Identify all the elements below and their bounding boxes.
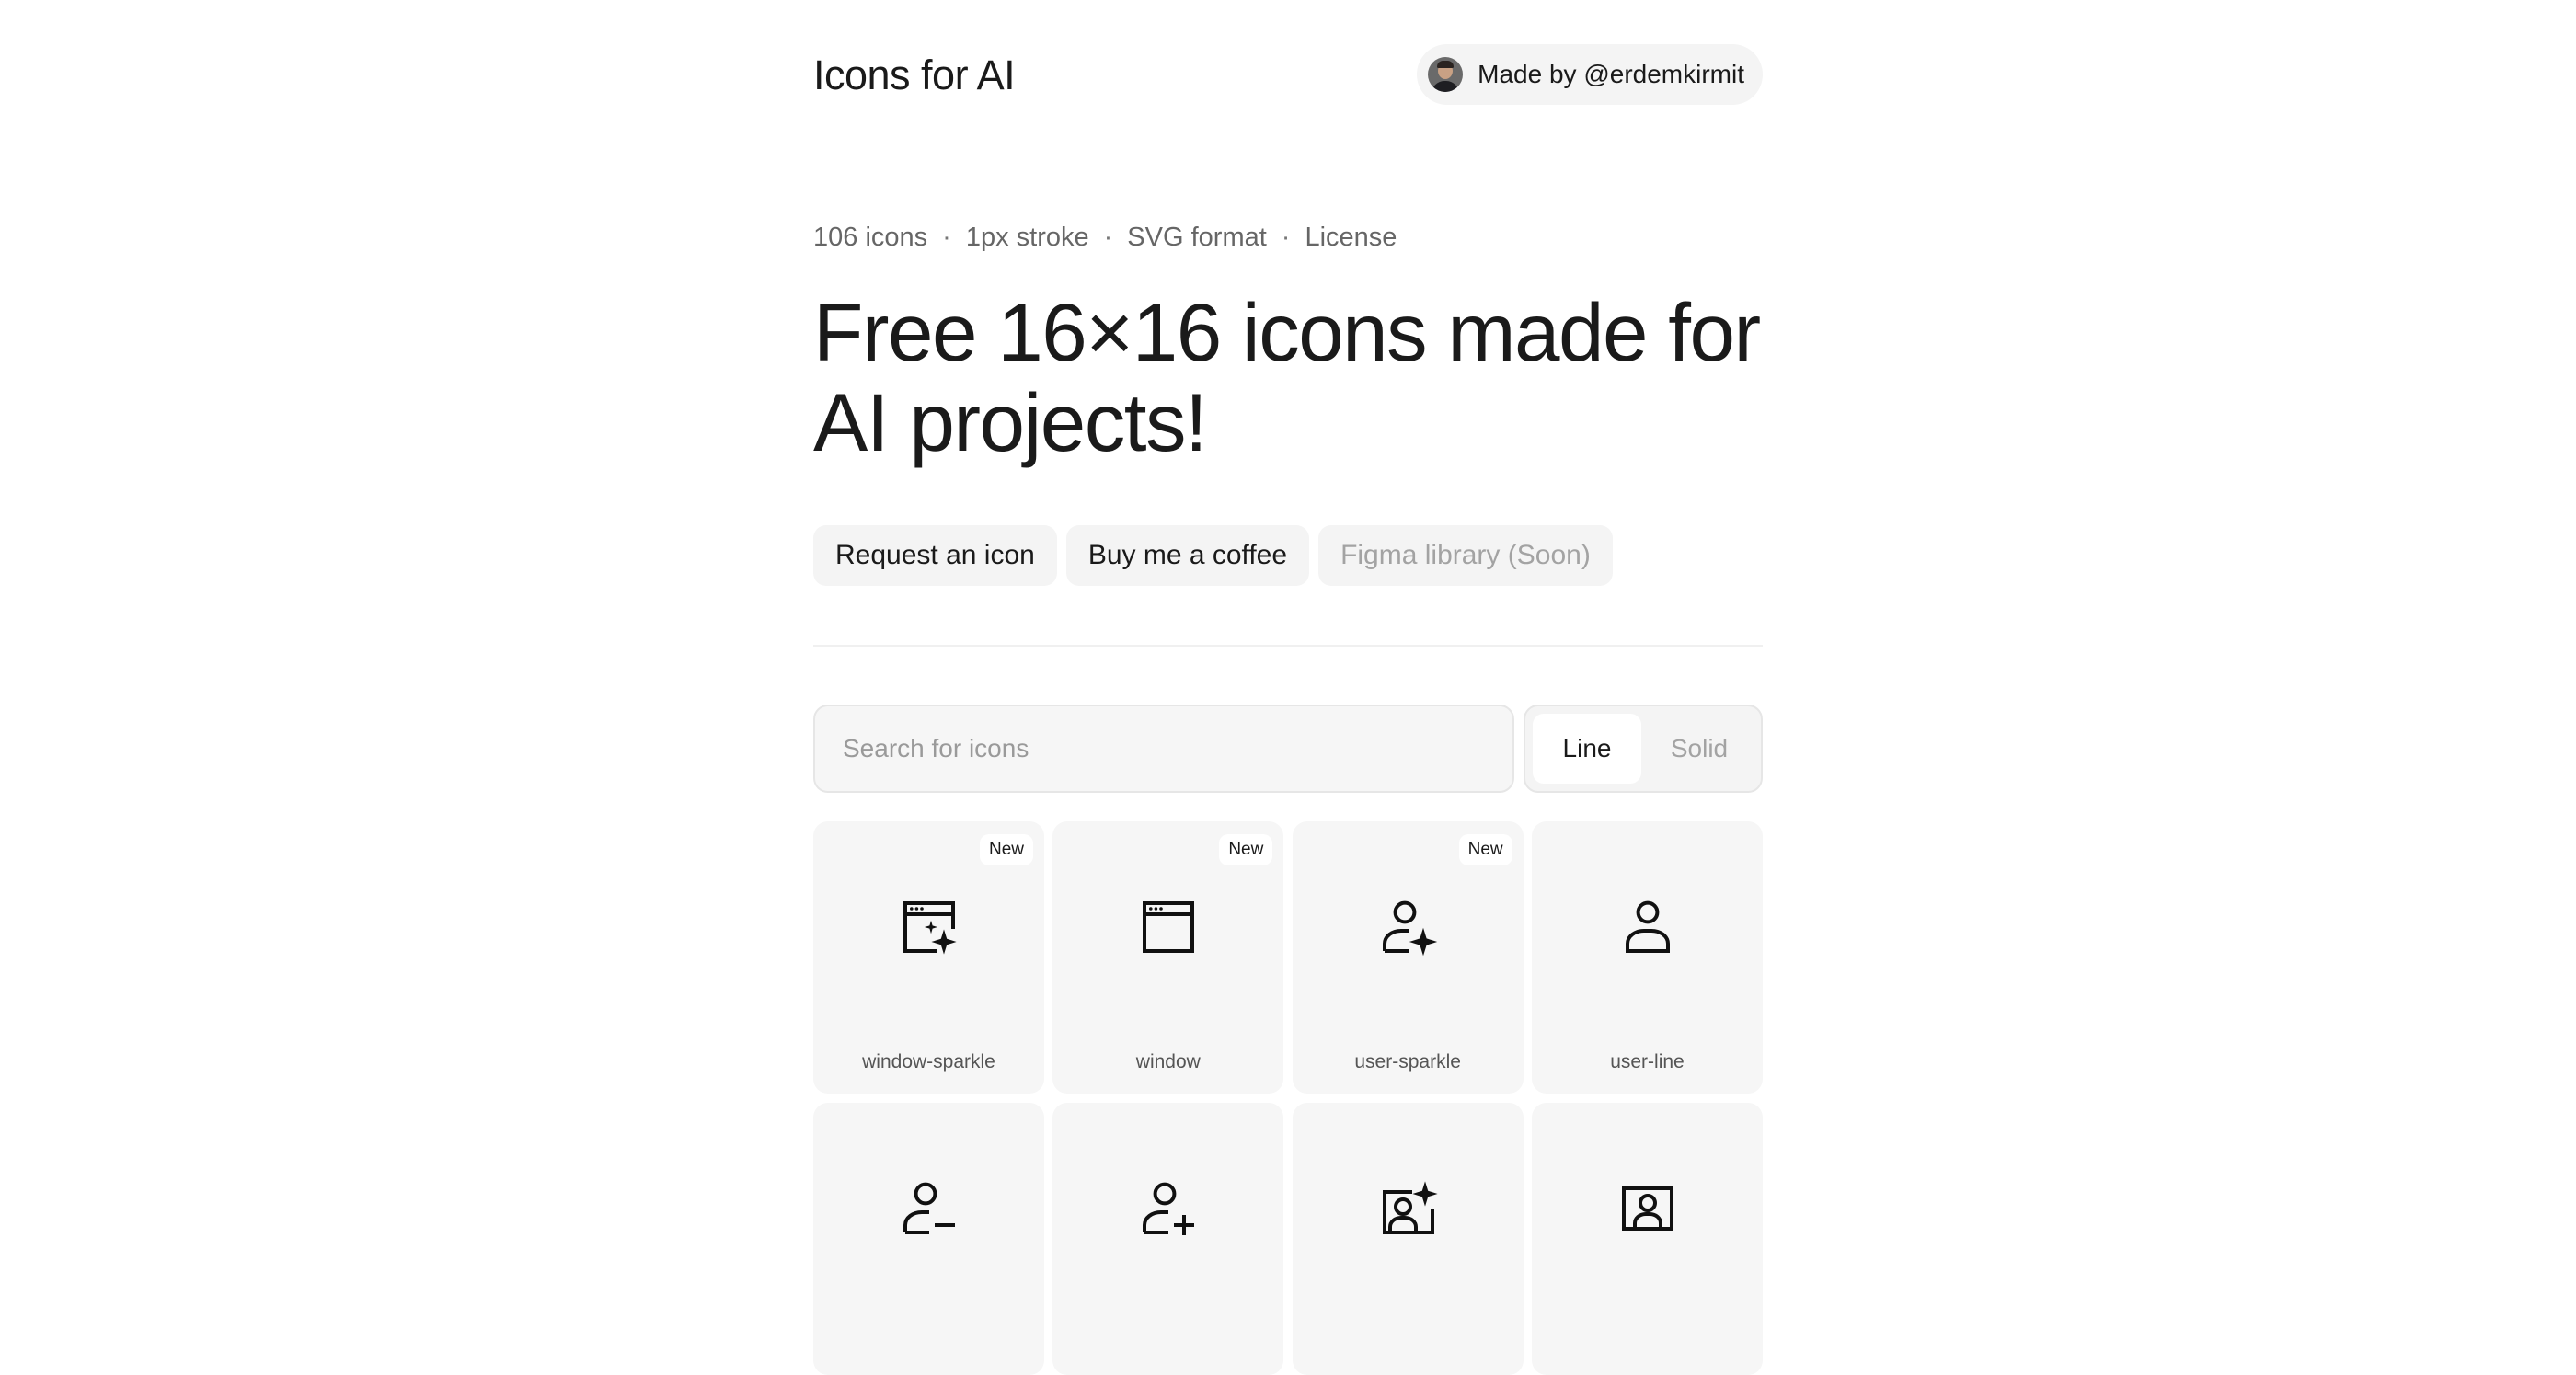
user-square-sparkle-icon bbox=[1379, 1179, 1438, 1238]
toggle-solid[interactable]: Solid bbox=[1645, 714, 1754, 784]
meta-line: 106 icons · 1px stroke · SVG format · Li… bbox=[813, 223, 1397, 253]
icon-card[interactable]: New window-sparkle bbox=[813, 821, 1044, 1094]
icon-card[interactable]: user-line bbox=[1531, 821, 1763, 1094]
icon-name: user-line bbox=[1610, 1051, 1685, 1072]
site-title[interactable]: Icons for AI bbox=[813, 50, 1016, 101]
header: Icons for AI Made by @erdemkirmit bbox=[813, 44, 1763, 107]
figma-library-button: Figma library (Soon) bbox=[1318, 525, 1613, 586]
user-square-icon bbox=[1618, 1179, 1677, 1238]
window-icon bbox=[1139, 898, 1198, 957]
new-badge: New bbox=[979, 834, 1033, 865]
format-info: SVG format bbox=[1127, 223, 1267, 252]
window-sparkle-icon bbox=[900, 898, 959, 957]
separator-dot: · bbox=[1103, 223, 1113, 252]
headline-line-1: Free 16×16 icons made for bbox=[813, 286, 1761, 378]
author-label: Made by @erdemkirmit bbox=[1478, 60, 1744, 88]
icon-name: window bbox=[1135, 1051, 1201, 1072]
icon-card[interactable] bbox=[1292, 1103, 1524, 1375]
stroke-info: 1px stroke bbox=[965, 223, 1089, 252]
avatar bbox=[1428, 57, 1464, 92]
author-link[interactable]: Made by @erdemkirmit bbox=[1417, 44, 1763, 105]
icon-card[interactable]: New window bbox=[1052, 821, 1284, 1094]
icon-card[interactable] bbox=[1052, 1103, 1284, 1375]
separator-dot: · bbox=[1281, 223, 1291, 252]
toggle-line[interactable]: Line bbox=[1533, 714, 1641, 784]
separator-dot: · bbox=[942, 223, 951, 252]
icon-card[interactable] bbox=[1531, 1103, 1763, 1375]
icon-name: user-sparkle bbox=[1354, 1051, 1461, 1072]
page-headline: Free 16×16 icons made for AI projects! bbox=[813, 287, 1763, 467]
headline-line-2: AI projects! bbox=[813, 376, 1208, 468]
new-badge: New bbox=[1219, 834, 1273, 865]
license-link[interactable]: License bbox=[1305, 223, 1397, 253]
icon-card[interactable]: New user-sparkle bbox=[1292, 821, 1524, 1094]
new-badge: New bbox=[1458, 834, 1512, 865]
style-toggle: Line Solid bbox=[1524, 705, 1763, 793]
icon-name: window-sparkle bbox=[862, 1051, 995, 1072]
divider bbox=[813, 645, 1763, 647]
user-icon bbox=[1618, 898, 1677, 957]
buy-coffee-button[interactable]: Buy me a coffee bbox=[1065, 525, 1310, 586]
icon-card[interactable] bbox=[813, 1103, 1044, 1375]
action-buttons: Request an icon Buy me a coffee Figma li… bbox=[813, 525, 1613, 586]
icon-count: 106 icons bbox=[813, 223, 928, 252]
user-plus-icon bbox=[1139, 1179, 1198, 1238]
request-icon-button[interactable]: Request an icon bbox=[813, 525, 1057, 586]
search-input[interactable] bbox=[813, 705, 1514, 793]
icon-grid: New window-sparkle New window New user-s… bbox=[813, 821, 1763, 1375]
user-sparkle-icon bbox=[1379, 898, 1438, 957]
user-minus-icon bbox=[900, 1179, 959, 1238]
